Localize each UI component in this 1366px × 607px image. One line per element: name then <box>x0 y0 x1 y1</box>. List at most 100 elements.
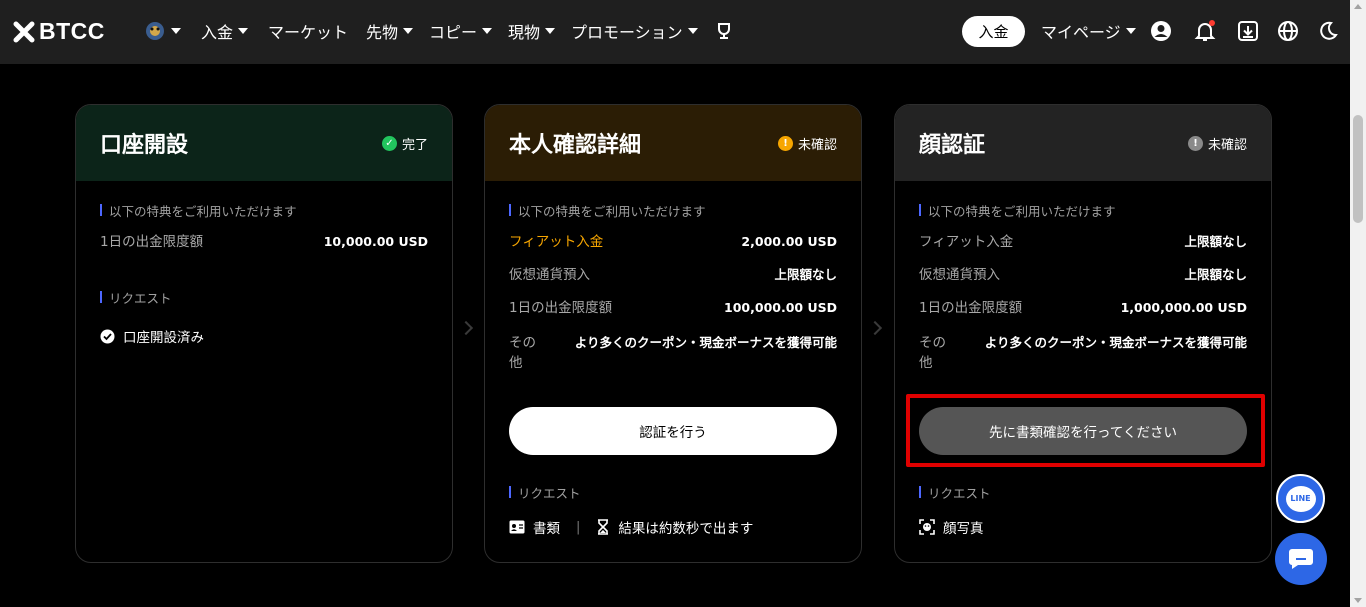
benefit-value: 上限額なし <box>1184 234 1247 249</box>
request-item-text: 顔写真 <box>943 521 984 537</box>
card-account-opening: 口座開設 ✓ 完了 以下の特典をご利用いただけます 1日の出金限度額 10,00… <box>75 104 453 563</box>
nav-market[interactable]: マーケット <box>268 18 348 44</box>
nav-futures-label: 先物 <box>366 23 399 42</box>
benefit-row: フィアット入金 2,000.00 USD <box>509 234 837 250</box>
verify-button[interactable]: 認証を行う <box>509 407 837 455</box>
benefit-value: より多くのクーポン・現金ボーナスを獲得可能 <box>984 335 1247 350</box>
download-icon[interactable] <box>1236 19 1260 43</box>
page-scrollbar[interactable] <box>1350 0 1366 607</box>
benefit-row: その他 より多くのクーポン・現金ボーナスを獲得可能 <box>919 333 1247 373</box>
status-text: 未確認 <box>797 137 837 153</box>
benefit-key: 仮想通貨預入 <box>509 267 590 283</box>
hourglass-icon <box>598 519 609 535</box>
request-item-text: 書類 <box>533 521 560 537</box>
scroll-up-arrow-icon[interactable] <box>1354 4 1362 9</box>
nav-promotion-label: プロモーション <box>571 23 683 42</box>
benefit-row: 1日の出金限度額 1,000,000.00 USD <box>919 300 1247 316</box>
card-title: 顔認証 <box>919 133 986 158</box>
trophy-icon <box>718 23 730 39</box>
line-icon: LINE <box>1285 485 1316 512</box>
request-section: リクエスト 書類 | 結果は約数秒で出ます <box>509 485 839 537</box>
request-item-text: 口座開設済み <box>123 330 204 346</box>
status-badge: ✓ 完了 <box>381 134 428 153</box>
id-card-icon <box>509 520 525 534</box>
user-circle-icon[interactable] <box>1149 19 1173 43</box>
deposit-button[interactable]: 入金 <box>962 16 1025 47</box>
chevron-down-icon <box>482 28 493 34</box>
card-header: 顔認証 ! 未確認 <box>895 105 1271 181</box>
nft-menu[interactable] <box>144 18 181 44</box>
card-body: 以下の特典をご利用いただけます フィアット入金 上限額なし 仮想通貨預入 上限額… <box>895 181 1271 373</box>
benefit-key: その他 <box>509 335 536 371</box>
nav-spot-label: 現物 <box>508 23 541 42</box>
request-label: リクエスト <box>100 290 428 306</box>
benefit-key: その他 <box>919 335 946 371</box>
benefit-value: 10,000.00 USD <box>323 234 428 249</box>
request-item: 顔写真 <box>919 517 1249 537</box>
benefit-value: 100,000.00 USD <box>724 300 837 315</box>
check-circle-icon: ✓ <box>381 135 397 151</box>
nav-futures[interactable]: 先物 <box>366 18 414 44</box>
support-chat-button[interactable] <box>1275 533 1327 585</box>
card-header: 本人確認詳細 ! 未確認 <box>485 105 861 181</box>
benefit-key: フィアット入金 <box>509 234 604 250</box>
status-badge: ! 未確認 <box>1187 134 1247 153</box>
separator: | <box>576 519 581 535</box>
scroll-down-arrow-icon[interactable] <box>1354 598 1362 603</box>
status-text: 未確認 <box>1207 137 1247 153</box>
benefits-label: 以下の特典をご利用いただけます <box>100 203 428 219</box>
benefit-value: 1,000,000.00 USD <box>1120 300 1247 315</box>
moon-icon[interactable] <box>1316 19 1340 43</box>
chevron-down-icon <box>171 28 181 34</box>
benefit-value: 上限額なし <box>774 267 837 282</box>
face-scan-icon <box>919 519 935 535</box>
request-label: リクエスト <box>919 485 1249 501</box>
card-header: 口座開設 ✓ 完了 <box>76 105 452 181</box>
benefit-key: 1日の出金限度額 <box>509 300 613 316</box>
request-item: 口座開設済み <box>100 326 428 346</box>
request-item-text: 結果は約数秒で出ます <box>618 521 754 537</box>
line-chat-button[interactable]: LINE <box>1276 474 1325 523</box>
card-title: 本人確認詳細 <box>509 133 642 158</box>
chevron-down-icon <box>545 28 556 34</box>
benefits-label: 以下の特典をご利用いただけます <box>509 203 837 219</box>
nav-copy-label: コピー <box>429 23 478 42</box>
benefits-label-text: 以下の特典をご利用いただけます <box>109 203 297 219</box>
request-label: リクエスト <box>509 485 839 501</box>
alert-circle-icon: ! <box>1187 135 1203 151</box>
globe-icon[interactable] <box>1276 19 1300 43</box>
scroll-thumb[interactable] <box>1353 115 1363 223</box>
documents-first-button[interactable]: 先に書類確認を行ってください <box>919 407 1247 455</box>
nav-copy[interactable]: コピー <box>429 18 493 44</box>
chat-bubble-icon <box>1289 549 1313 569</box>
nav-deposit[interactable]: 入金 <box>201 18 249 44</box>
benefit-value: より多くのクーポン・現金ボーナスを獲得可能 <box>574 335 837 350</box>
request-label-text: リクエスト <box>109 290 172 306</box>
status-badge: ! 未確認 <box>777 134 837 153</box>
btcc-logo[interactable]: BTCC <box>13 18 105 45</box>
nav-spot[interactable]: 現物 <box>508 18 556 44</box>
benefit-row: 1日の出金限度額 100,000.00 USD <box>509 300 837 316</box>
nav-promotion[interactable]: プロモーション <box>571 18 698 44</box>
request-section: リクエスト 顔写真 <box>919 485 1249 537</box>
bell-icon[interactable] <box>1193 19 1217 43</box>
benefit-key: フィアット入金 <box>919 234 1014 250</box>
btcc-mark-icon <box>13 21 35 42</box>
chevron-down-icon <box>238 28 249 34</box>
card-body: 以下の特典をご利用いただけます フィアット入金 2,000.00 USD 仮想通… <box>485 181 861 373</box>
benefit-row: 仮想通貨預入 上限額なし <box>509 267 837 283</box>
chevron-down-icon <box>687 28 698 34</box>
benefit-row: 仮想通貨預入 上限額なし <box>919 267 1247 283</box>
check-circle-icon <box>100 329 115 343</box>
benefit-row: 1日の出金限度額 10,000.00 USD <box>100 234 428 250</box>
card-face-verification: 顔認証 ! 未確認 以下の特典をご利用いただけます フィアット入金 上限額なし … <box>894 104 1272 563</box>
benefit-row: フィアット入金 上限額なし <box>919 234 1247 250</box>
card-title: 口座開設 <box>100 133 189 158</box>
chevron-down-icon <box>403 28 414 34</box>
benefit-key: 1日の出金限度額 <box>919 300 1023 316</box>
benefits-label: 以下の特典をご利用いただけます <box>919 203 1247 219</box>
mypage-menu[interactable]: マイページ <box>1041 18 1136 44</box>
request-label-text: リクエスト <box>518 485 581 501</box>
nav-trophy[interactable] <box>714 18 734 44</box>
chevron-right-icon <box>458 320 474 336</box>
